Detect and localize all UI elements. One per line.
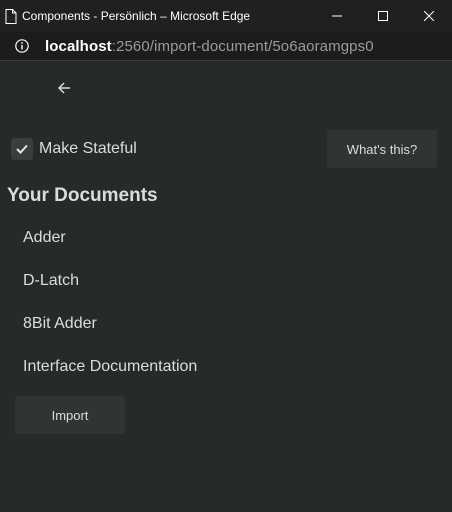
window-title: Components - Persönlich – Microsoft Edge: [22, 9, 251, 23]
back-button[interactable]: [54, 78, 74, 98]
documents-list: Adder D-Latch 8Bit Adder Interface Docum…: [23, 226, 197, 398]
checkmark-icon: [16, 144, 28, 154]
documents-heading: Your Documents: [7, 185, 158, 206]
arrow-left-icon: [57, 82, 70, 94]
make-stateful-checkbox[interactable]: [11, 138, 33, 160]
minimize-icon[interactable]: [314, 0, 360, 32]
document-item[interactable]: Interface Documentation: [23, 355, 197, 398]
maximize-icon[interactable]: [360, 0, 406, 32]
import-button[interactable]: Import: [15, 396, 125, 434]
close-icon[interactable]: [406, 0, 452, 32]
address-bar[interactable]: localhost:2560/import-document/5o6aoramg…: [0, 32, 452, 60]
document-item[interactable]: 8Bit Adder: [23, 312, 197, 355]
window-controls: [314, 0, 452, 32]
info-icon[interactable]: [15, 39, 29, 53]
url-path: :2560/import-document/5o6aoramgps0: [111, 37, 374, 55]
make-stateful-toggle[interactable]: Make Stateful: [11, 138, 137, 160]
window-titlebar: Components - Persönlich – Microsoft Edge: [0, 0, 452, 32]
document-item[interactable]: D-Latch: [23, 269, 197, 312]
whats-this-button[interactable]: What's this?: [327, 130, 437, 168]
document-item[interactable]: Adder: [23, 226, 197, 269]
make-stateful-label: Make Stateful: [39, 140, 137, 157]
page-icon: [3, 0, 19, 32]
url-text[interactable]: localhost:2560/import-document/5o6aoramg…: [45, 38, 374, 55]
address-divider: [0, 60, 452, 61]
url-host: localhost: [45, 37, 112, 55]
